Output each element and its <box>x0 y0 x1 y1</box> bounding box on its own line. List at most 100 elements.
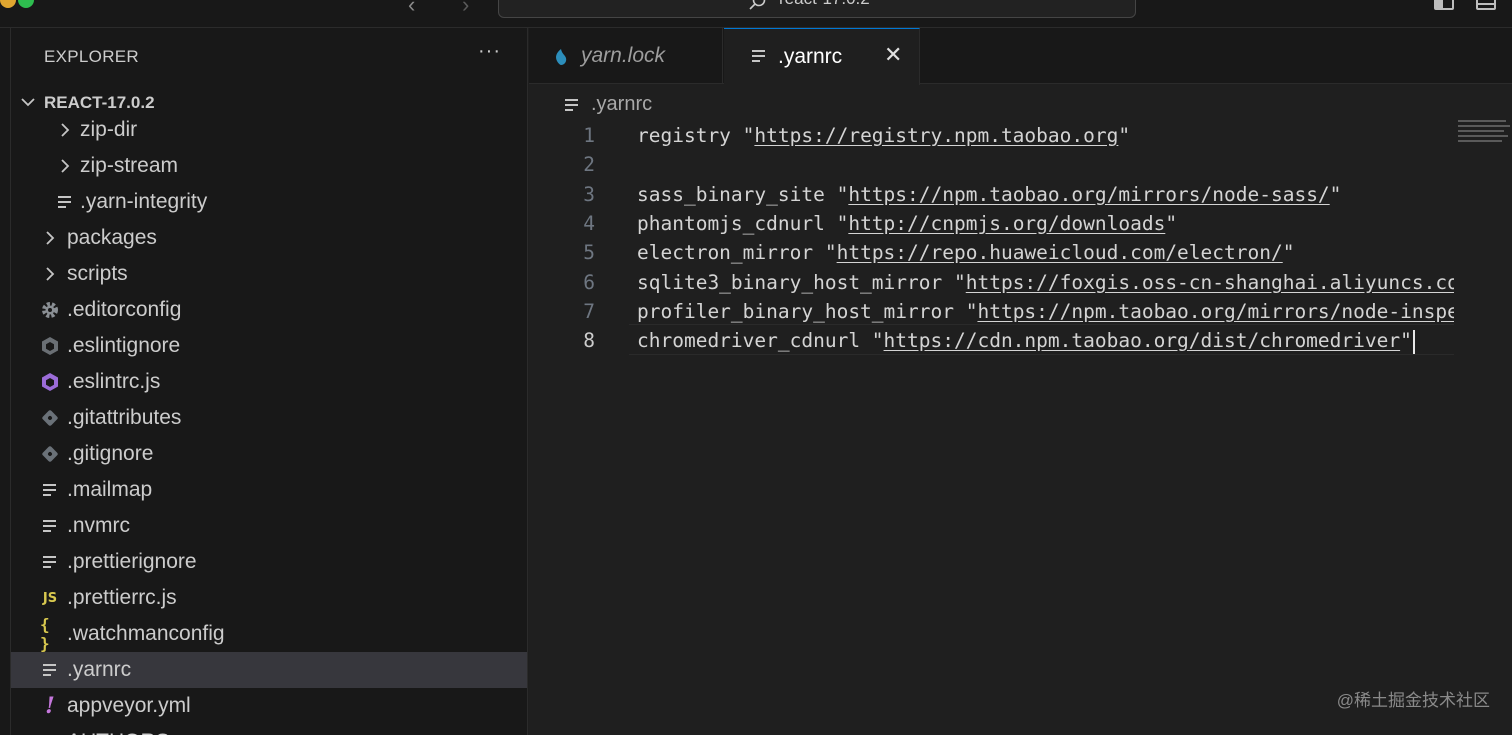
chevron-right-icon <box>40 228 60 248</box>
config-key: chromedriver_cdnurl <box>637 329 861 352</box>
tree-item-label: zip-stream <box>80 154 179 177</box>
file-item[interactable]: .gitattributes <box>11 400 527 436</box>
file-item[interactable]: JS .prettierrc.js <box>11 580 527 616</box>
text-file-icon <box>40 660 60 680</box>
minimize-window-button[interactable] <box>0 0 16 8</box>
config-url-link[interactable]: https://registry.npm.taobao.org <box>754 124 1118 147</box>
chevron-right-icon[interactable]: › <box>462 0 469 18</box>
tree-item-label: zip-dir <box>80 118 138 141</box>
search-icon <box>749 0 766 10</box>
line-number: 5 <box>583 241 595 264</box>
line-number: 8 <box>583 329 595 352</box>
file-item[interactable]: AUTHORS <box>11 724 527 735</box>
text-file-icon <box>40 516 60 536</box>
tree-item-label: .yarnrc <box>67 658 132 681</box>
config-key: electron_mirror <box>637 241 814 264</box>
yarn-icon <box>556 49 567 65</box>
file-item[interactable]: .editorconfig <box>11 292 527 328</box>
tree-item-label: .gitignore <box>67 442 154 465</box>
file-item[interactable]: { } .watchmanconfig <box>11 615 527 653</box>
file-item[interactable]: .yarnrc <box>11 652 527 688</box>
config-key: sass_binary_site <box>637 183 825 206</box>
tree-item-label: .mailmap <box>67 478 153 501</box>
watermark: @稀土掘金技术社区 <box>1336 691 1490 710</box>
activity-bar <box>0 28 11 735</box>
file-item[interactable]: .eslintignore <box>11 328 527 364</box>
git-icon <box>40 444 60 464</box>
close-icon[interactable]: ✕ <box>884 42 902 68</box>
chevron-right-icon <box>55 120 75 140</box>
code-text: registry "https://registry.npm.taobao.or… <box>637 124 1131 147</box>
line-number: 3 <box>583 183 595 206</box>
title-bar: ‹ › react-17.0.2 <box>0 0 1512 28</box>
file-item[interactable]: .mailmap <box>11 472 527 508</box>
tree-item-label: .eslintrc.js <box>67 370 161 393</box>
code-text: profiler_binary_host_mirror "https://npm… <box>637 297 1454 326</box>
toggle-sidebar-icon[interactable] <box>1434 0 1454 10</box>
tree-item-label: .prettierrc.js <box>67 586 177 609</box>
text-file-icon <box>40 552 60 572</box>
config-url-link[interactable]: https://foxgis.oss-cn-shanghai.aliyuncs.… <box>966 271 1454 294</box>
workspace-name: react-17.0.2 <box>779 0 870 9</box>
config-url-link[interactable]: https://repo.huaweicloud.com/electron/ <box>837 241 1283 264</box>
chevron-left-icon[interactable]: ‹ <box>408 0 415 18</box>
code-line: 7 profiler_binary_host_mirror "https://np… <box>529 297 1454 326</box>
chevron-right-icon <box>55 156 75 176</box>
tree-item-label: .editorconfig <box>67 298 182 321</box>
eslint-icon <box>40 336 60 356</box>
file-item[interactable]: .yarn-integrity <box>11 184 527 220</box>
file-item[interactable]: .prettierignore <box>11 544 527 580</box>
tree-item-label: .watchmanconfig <box>67 622 225 645</box>
code-line: 6 sqlite3_binary_host_mirror "https://fox… <box>529 268 1454 297</box>
config-url-link[interactable]: https://npm.taobao.org/mirrors/node-sass… <box>848 183 1329 206</box>
code-line: 2 <box>529 150 1454 179</box>
code-editor[interactable]: 1 registry "https://registry.npm.taobao.o… <box>529 120 1454 420</box>
eslint-icon <box>40 372 60 392</box>
file-item[interactable]: .eslintrc.js <box>11 364 527 400</box>
json-braces-icon: { } <box>40 615 50 653</box>
code-text: electron_mirror "https://repo.huaweiclou… <box>637 241 1295 264</box>
file-item[interactable]: ! appveyor.yml <box>11 688 527 724</box>
file-item[interactable]: .gitignore <box>11 436 527 472</box>
command-center-search[interactable]: react-17.0.2 <box>498 0 1136 18</box>
explorer-title: EXPLORER <box>44 47 139 66</box>
folder-item[interactable]: zip-stream <box>11 148 527 184</box>
code-line: 1 registry "https://registry.npm.taobao.o… <box>529 121 1454 150</box>
tree-item-label: appveyor.yml <box>67 694 191 717</box>
toggle-panel-icon[interactable] <box>1476 0 1496 10</box>
folder-item[interactable]: zip-dir <box>11 112 527 148</box>
more-actions-button[interactable]: ··· <box>478 40 501 63</box>
config-url-link[interactable]: https://cdn.npm.taobao.org/dist/chromedr… <box>884 329 1401 352</box>
text-file-icon <box>565 98 579 117</box>
yaml-icon: ! <box>45 693 55 719</box>
config-url-link[interactable]: https://npm.taobao.org/mirrors/node-insp… <box>977 300 1454 323</box>
text-file-icon <box>55 192 75 212</box>
line-number: 4 <box>583 212 595 235</box>
file-item[interactable]: .nvmrc <box>11 508 527 544</box>
tree-item-label: .prettierignore <box>67 550 197 573</box>
tree-item-label: scripts <box>67 262 128 285</box>
minimap[interactable] <box>1458 120 1512 160</box>
text-file-icon <box>752 49 766 68</box>
tree-item-label: AUTHORS <box>67 730 170 735</box>
tab-yarn-lock[interactable]: yarn.lock <box>529 28 723 84</box>
maximize-window-button[interactable] <box>18 0 34 8</box>
gear-icon <box>40 300 60 320</box>
folder-item[interactable]: packages <box>11 220 527 256</box>
line-number: 2 <box>583 153 595 176</box>
code-text: sqlite3_binary_host_mirror "https://foxg… <box>637 268 1454 297</box>
tree-item-label: .nvmrc <box>67 514 130 537</box>
config-key: registry <box>637 124 731 147</box>
tab-yarnrc[interactable]: .yarnrc ✕ <box>724 28 920 85</box>
folder-item[interactable]: scripts <box>11 256 527 292</box>
config-key: profiler_binary_host_mirror <box>637 300 954 323</box>
code-line: 3 sass_binary_site "https://npm.taobao.or… <box>529 180 1454 209</box>
tree-item-label: .eslintignore <box>67 334 181 357</box>
line-number: 7 <box>583 300 595 323</box>
code-line: 8 chromedriver_cdnurl "https://cdn.npm.ta… <box>529 326 1454 355</box>
config-url-link[interactable]: http://cnpmjs.org/downloads <box>848 212 1165 235</box>
chevron-right-icon <box>40 264 60 284</box>
line-number: 6 <box>583 271 595 294</box>
code-text: sass_binary_site "https://npm.taobao.org… <box>637 183 1342 206</box>
code-text: phantomjs_cdnurl "http://cnpmjs.org/down… <box>637 212 1178 235</box>
